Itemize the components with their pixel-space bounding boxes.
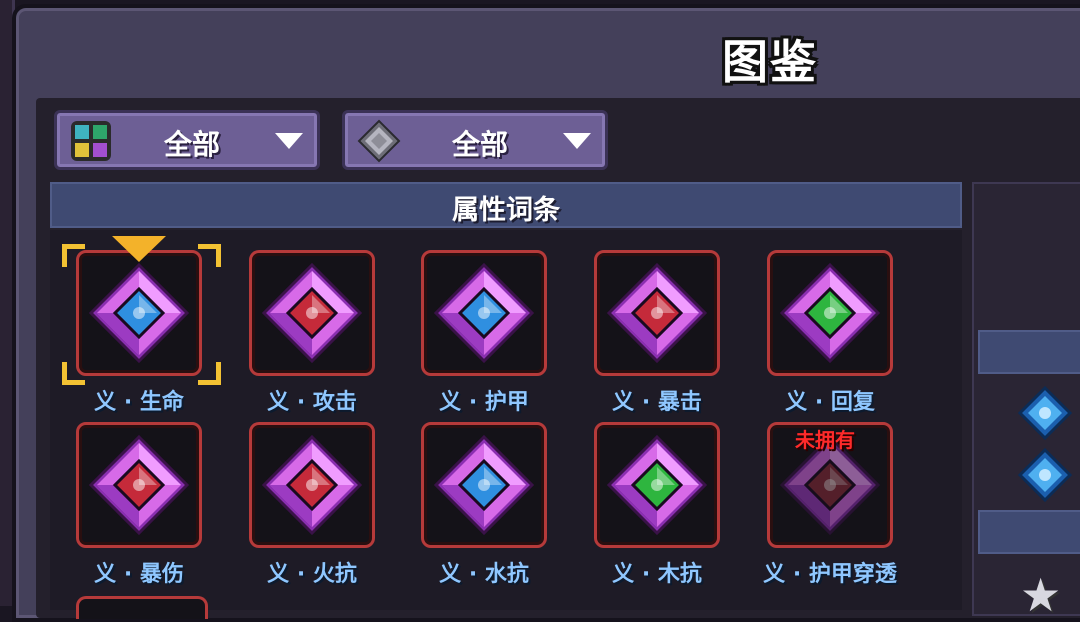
gem-icon [262,263,362,363]
item-label: 义 · 火抗 [267,562,357,587]
item-card[interactable] [76,422,202,548]
selection-corner [62,244,85,267]
item-card[interactable] [594,250,720,376]
category-filter-label: 全部 [163,128,220,161]
item-card[interactable] [421,422,547,548]
gem-icon [89,435,189,535]
item-label: 义 · 暴击 [612,390,702,415]
selection-corner [198,244,221,267]
item-label: 义 · 护甲 [439,390,529,415]
item-card[interactable] [249,250,375,376]
gem-icon [780,263,880,363]
gem-icon [607,263,707,363]
item-card[interactable] [421,250,547,376]
detail-bar [978,510,1080,554]
item-label: 义 · 生命 [94,390,184,415]
gray-gem-icon [357,119,401,163]
page-title: 图鉴 [722,35,818,89]
gem-icon [434,435,534,535]
chevron-down-icon [275,133,303,149]
detail-bar [978,330,1080,374]
selection-corner [62,362,85,385]
item-label: 义 · 护甲穿透 [763,562,897,587]
selection-corner [198,362,221,385]
item-label: 义 · 水抗 [439,562,529,587]
item-card[interactable] [76,250,202,376]
chevron-down-icon [563,133,591,149]
item-label: 义 · 回复 [785,390,875,415]
quality-filter-dropdown[interactable]: 全部 [342,110,608,170]
section-header: 属性词条 [50,182,962,228]
not-owned-badge: 未拥有 [795,428,855,452]
gem-icon [607,435,707,535]
gem-icon [89,263,189,363]
item-label: 义 · 木抗 [612,562,702,587]
category-filter-dropdown[interactable]: 全部 [54,110,320,170]
item-card[interactable] [767,250,893,376]
category-grid-icon [71,121,111,161]
item-card[interactable] [594,422,720,548]
item-label: 义 · 暴伤 [94,562,184,587]
gem-icon [434,263,534,363]
star-icon: ★ [1020,568,1062,622]
quality-filter-label: 全部 [451,128,508,161]
item-label: 义 · 攻击 [267,390,357,415]
item-card[interactable] [249,422,375,548]
section-title: 属性词条 [452,195,560,226]
gem-icon [262,435,362,535]
blue-gem-icon [1018,448,1072,502]
blue-gem-icon [1018,386,1072,440]
item-card-partial[interactable] [76,596,208,619]
selection-arrow-icon [112,236,166,262]
